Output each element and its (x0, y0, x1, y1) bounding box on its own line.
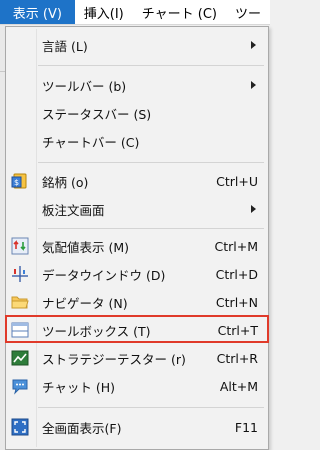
folder-icon (11, 293, 29, 311)
menu-insert[interactable]: 挿入(I) (75, 0, 133, 24)
chat-icon (11, 377, 29, 395)
menu-item-label: 全画面表示(F) (42, 420, 122, 436)
menu-item-label: ナビゲータ (N) (42, 295, 128, 311)
menu-item-market-watch[interactable]: 気配値表示 (M) Ctrl+M (8, 232, 266, 260)
symbols-icon: $ (11, 172, 29, 190)
menu-item-shortcut: Ctrl+N (215, 294, 258, 310)
highlight-annotation (5, 315, 269, 343)
menu-item-label: ツールバー (b) (42, 78, 127, 94)
menu-bar: 表示 (V) 挿入(I) チャート (C) ツー (0, 0, 270, 25)
menu-tools[interactable]: ツー (226, 0, 270, 24)
menu-item-shortcut: Ctrl+M (214, 238, 259, 254)
menu-item-statusbar[interactable]: ステータスバー (S) (8, 99, 266, 127)
menu-item-fullscreen[interactable]: 全画面表示(F) F11 (8, 413, 266, 441)
menu-item-label: データウインドウ (D) (42, 267, 166, 283)
menu-item-label: 気配値表示 (M) (42, 239, 130, 255)
svg-text:$: $ (14, 178, 19, 187)
menu-item-label: 銘柄 (o) (42, 174, 89, 190)
menu-item-chartbar[interactable]: チャートバー (C) (8, 127, 266, 155)
menu-item-symbols[interactable]: $ 銘柄 (o) Ctrl+U (8, 167, 266, 195)
menu-item-shortcut: Ctrl+D (215, 266, 258, 282)
menu-item-label: 言語 (L) (42, 38, 88, 54)
menu-item-shortcut: Ctrl+U (216, 173, 258, 189)
menu-item-label: ステータスバー (S) (42, 106, 152, 122)
submenu-arrow-icon (251, 41, 256, 49)
market-watch-icon (11, 237, 29, 255)
submenu-arrow-icon (251, 205, 256, 213)
menu-item-label: 板注文画面 (42, 202, 105, 218)
menu-item-shortcut: F11 (234, 419, 258, 435)
menu-separator (38, 407, 264, 408)
menu-view[interactable]: 表示 (V) (0, 0, 75, 24)
view-menu-dropdown: 言語 (L) ツールバー (b) ステータスバー (S) チャートバー (C) … (5, 26, 269, 450)
menu-item-toolbar[interactable]: ツールバー (b) (8, 71, 266, 99)
strategy-tester-icon (11, 349, 29, 367)
menu-item-label: チャット (H) (42, 379, 116, 395)
menu-item-navigator[interactable]: ナビゲータ (N) Ctrl+N (8, 288, 266, 316)
menu-separator (38, 162, 264, 163)
menu-item-label: チャートバー (C) (42, 134, 140, 150)
submenu-arrow-icon (251, 81, 256, 89)
menu-item-language[interactable]: 言語 (L) (8, 31, 266, 59)
menu-item-chat[interactable]: チャット (H) Alt+M (8, 372, 266, 400)
menu-item-data-window[interactable]: データウインドウ (D) Ctrl+D (8, 260, 266, 288)
menu-item-label: ストラテジーテスター (r) (42, 351, 186, 367)
menu-item-shortcut: Alt+M (219, 378, 258, 394)
data-window-icon (11, 265, 29, 283)
menu-separator (38, 228, 264, 229)
menu-item-strategy-tester[interactable]: ストラテジーテスター (r) Ctrl+R (8, 344, 266, 372)
fullscreen-icon (11, 418, 29, 436)
menu-item-shortcut: Ctrl+R (216, 350, 258, 366)
menu-item-depth-of-market[interactable]: 板注文画面 (8, 195, 266, 223)
menu-chart[interactable]: チャート (C) (133, 0, 226, 24)
menu-separator (38, 65, 264, 66)
